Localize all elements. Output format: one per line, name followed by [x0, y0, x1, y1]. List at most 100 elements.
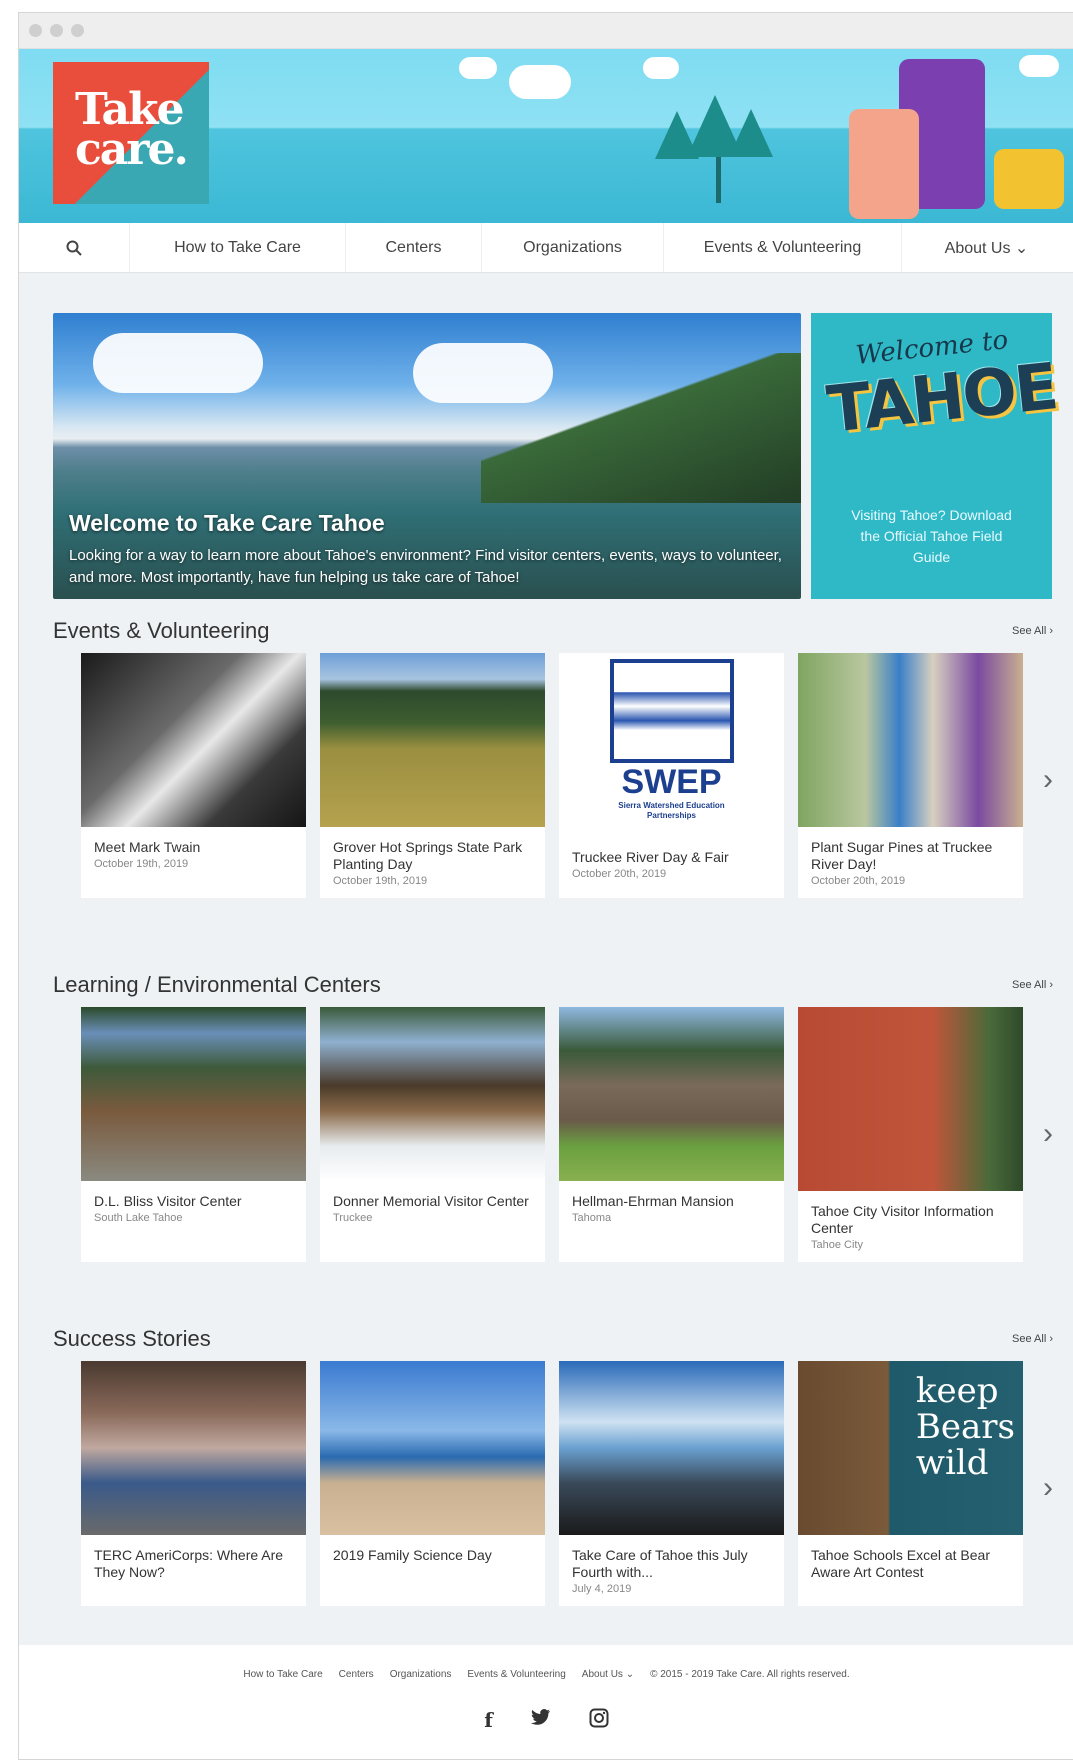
cloud-illustration [509, 65, 571, 99]
story-card[interactable]: TERC AmeriCorps: Where Are They Now? [81, 1361, 306, 1606]
footer-link[interactable]: About Us ⌄ [582, 1669, 634, 1680]
main-nav: How to Take Care Centers Organizations E… [19, 223, 1073, 273]
see-all-link[interactable]: See All › [1012, 1333, 1053, 1345]
truckee-river-photo [798, 653, 1023, 827]
card-body: TERC AmeriCorps: Where Are They Now? [81, 1535, 306, 1592]
chevron-right-icon[interactable]: › [1043, 763, 1053, 797]
event-card[interactable]: SWEP Sierra Watershed Education Partners… [559, 653, 784, 898]
see-all-link[interactable]: See All › [1012, 979, 1053, 991]
field-guide-promo[interactable]: Welcome to TAHOE Visiting Tahoe? Downloa… [811, 313, 1060, 599]
story-card[interactable]: Take Care of Tahoe this July Fourth with… [559, 1361, 784, 1606]
card-body: 2019 Family Science Day [320, 1535, 545, 1575]
hero-cloud [93, 333, 263, 393]
card-body: Plant Sugar Pines at Truckee River Day! … [798, 827, 1023, 898]
nav-item-centers[interactable]: Centers [345, 223, 481, 272]
window-titlebar [19, 13, 1073, 49]
mark-twain-photo [81, 653, 306, 827]
centers-section: Learning / Environmental Centers See All… [53, 963, 1053, 1262]
card-body: Meet Mark Twain October 19th, 2019 [81, 827, 306, 881]
promo-copy: Visiting Tahoe? Download the Official Ta… [851, 507, 1012, 565]
footer-copyright: © 2015 - 2019 Take Care. All rights rese… [650, 1669, 850, 1680]
card-title: Tahoe Schools Excel at Bear Aware Art Co… [811, 1547, 990, 1580]
see-all-link[interactable]: See All › [1012, 625, 1053, 637]
take-care-logo[interactable]: Take care. [53, 62, 209, 204]
bear-art-photo: keep Bears wild [798, 1361, 1023, 1535]
events-section: Events & Volunteering See All › Meet Mar… [53, 609, 1053, 898]
card-title: Take Care of Tahoe this July Fourth with… [572, 1547, 748, 1580]
window-minimize-dot[interactable] [50, 24, 63, 37]
story-card[interactable]: 2019 Family Science Day [320, 1361, 545, 1606]
hero-description: Looking for a way to learn more about Ta… [69, 547, 782, 586]
card-body: Donner Memorial Visitor Center Truckee [320, 1181, 545, 1235]
center-card[interactable]: D.L. Bliss Visitor Center South Lake Tah… [81, 1007, 306, 1262]
footer-link[interactable]: How to Take Care [243, 1669, 322, 1680]
card-title: Truckee River Day & Fair [572, 849, 729, 865]
event-card[interactable]: Meet Mark Twain October 19th, 2019 [81, 653, 306, 898]
footer-link[interactable]: Centers [339, 1669, 374, 1680]
mascot-child-illustration [849, 109, 919, 219]
nav-item-how-to-take-care[interactable]: How to Take Care [129, 223, 345, 272]
card-title: Tahoe City Visitor Information Center [811, 1203, 994, 1236]
event-card[interactable]: Plant Sugar Pines at Truckee River Day! … [798, 653, 1023, 898]
chevron-right-icon[interactable]: › [1043, 1117, 1053, 1151]
welcome-to-tahoe-art: Welcome to TAHOE [823, 325, 1059, 493]
card-title: TERC AmeriCorps: Where Are They Now? [94, 1547, 284, 1580]
center-card[interactable]: Donner Memorial Visitor Center Truckee [320, 1007, 545, 1262]
social-links: f [19, 1708, 1073, 1732]
section-title: Success Stories [53, 1326, 211, 1351]
footer-link[interactable]: Events & Volunteering [467, 1669, 565, 1680]
center-card[interactable]: Hellman-Ehrman Mansion Tahoma [559, 1007, 784, 1262]
facebook-icon[interactable]: f [484, 1708, 493, 1732]
card-meta: October 20th, 2019 [811, 875, 906, 887]
footer-link[interactable]: Organizations [390, 1669, 452, 1680]
card-meta: October 19th, 2019 [333, 875, 428, 887]
center-card[interactable]: Tahoe City Visitor Information Center Ta… [798, 1007, 1023, 1262]
hero-banner[interactable]: Welcome to Take Care Tahoe Looking for a… [53, 313, 801, 599]
tree-trunk [716, 157, 721, 203]
nav-item-about-us[interactable]: About Us ⌄ [901, 223, 1071, 272]
card-meta: Tahoe City [811, 1239, 863, 1251]
card-body: Take Care of Tahoe this July Fourth with… [559, 1535, 784, 1606]
cloud-illustration [459, 57, 497, 79]
nav-search-button[interactable] [19, 223, 129, 272]
card-body: Grover Hot Springs State Park Planting D… [320, 827, 545, 898]
lake-overlook-photo [559, 1361, 784, 1535]
event-card[interactable]: Grover Hot Springs State Park Planting D… [320, 653, 545, 898]
window-maximize-dot[interactable] [71, 24, 84, 37]
twitter-icon[interactable] [530, 1708, 551, 1726]
nav-item-events-volunteering[interactable]: Events & Volunteering [663, 223, 901, 272]
donner-memorial-photo [320, 1007, 545, 1181]
nav-item-organizations[interactable]: Organizations [481, 223, 663, 272]
dl-bliss-photo [81, 1007, 306, 1181]
card-meta: October 20th, 2019 [572, 868, 667, 880]
meadow-planting-photo [320, 653, 545, 827]
card-meta: July 4, 2019 [572, 1583, 632, 1595]
swep-subtitle: Sierra Watershed Education Partnerships [618, 801, 725, 820]
window-close-dot[interactable] [29, 24, 42, 37]
section-title: Learning / Environmental Centers [53, 972, 381, 997]
card-meta: Tahoma [572, 1212, 612, 1224]
search-icon [66, 240, 82, 256]
card-meta: October 19th, 2019 [94, 858, 189, 870]
site-footer: How to Take Care Centers Organizations E… [19, 1645, 1073, 1759]
story-card[interactable]: keep Bears wild Tahoe Schools Excel at B… [798, 1361, 1023, 1606]
logo-line-2: care. [75, 124, 189, 175]
card-title: D.L. Bliss Visitor Center [94, 1193, 242, 1209]
card-meta: Truckee [333, 1212, 373, 1224]
card-meta: South Lake Tahoe [94, 1212, 183, 1224]
events-cards: Meet Mark Twain October 19th, 2019 Grove… [53, 653, 1053, 898]
card-title: 2019 Family Science Day [333, 1547, 492, 1563]
chevron-right-icon[interactable]: › [1043, 1471, 1053, 1505]
tahoe-city-visitor-photo [798, 1007, 1023, 1191]
cloud-illustration [643, 57, 679, 79]
centers-cards: D.L. Bliss Visitor Center South Lake Tah… [53, 1007, 1053, 1262]
header-banner: Take care. [19, 49, 1073, 223]
instagram-icon[interactable] [589, 1708, 609, 1728]
swep-name: SWEP [621, 763, 722, 801]
bear-sign-text: keep Bears wild [916, 1373, 1015, 1481]
browser-window: Take care. How to Take Care Centers Orga… [18, 12, 1073, 1760]
centers-section-header: Learning / Environmental Centers See All… [53, 963, 1053, 1007]
swep-emblem [609, 659, 734, 763]
footer-links: How to Take Care Centers Organizations E… [19, 1645, 1073, 1680]
card-body: Hellman-Ehrman Mansion Tahoma [559, 1181, 784, 1235]
